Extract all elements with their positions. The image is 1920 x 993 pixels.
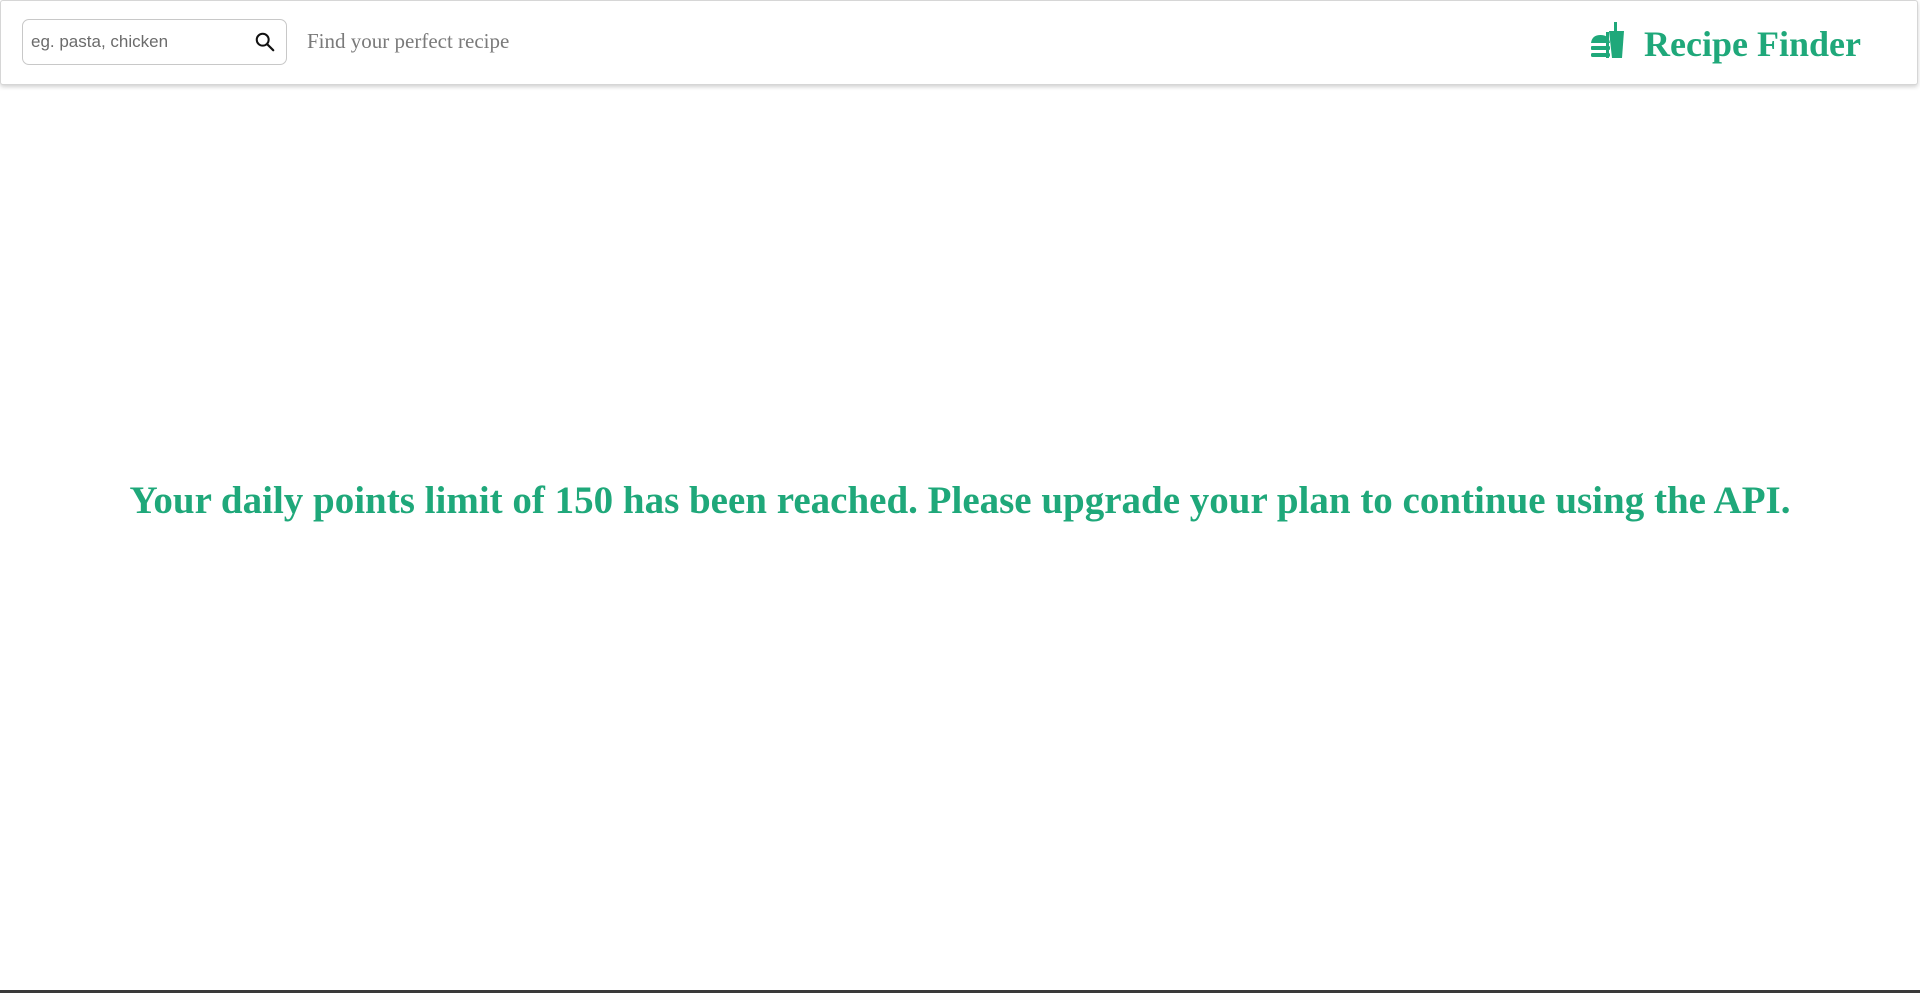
brand[interactable]: Recipe Finder (1591, 19, 1861, 69)
limit-message: Your daily points limit of 150 has been … (129, 479, 1791, 522)
brand-title: Recipe Finder (1644, 24, 1861, 64)
search-input[interactable] (31, 20, 241, 64)
search-icon (255, 32, 275, 52)
page: Find your perfect recipe Recipe Finder Y… (0, 0, 1920, 993)
tagline: Find your perfect recipe (307, 29, 510, 53)
search-form (22, 19, 287, 65)
search-button[interactable] (252, 29, 278, 55)
fastfood-icon (1591, 22, 1624, 58)
header: Find your perfect recipe Recipe Finder (0, 0, 1918, 85)
